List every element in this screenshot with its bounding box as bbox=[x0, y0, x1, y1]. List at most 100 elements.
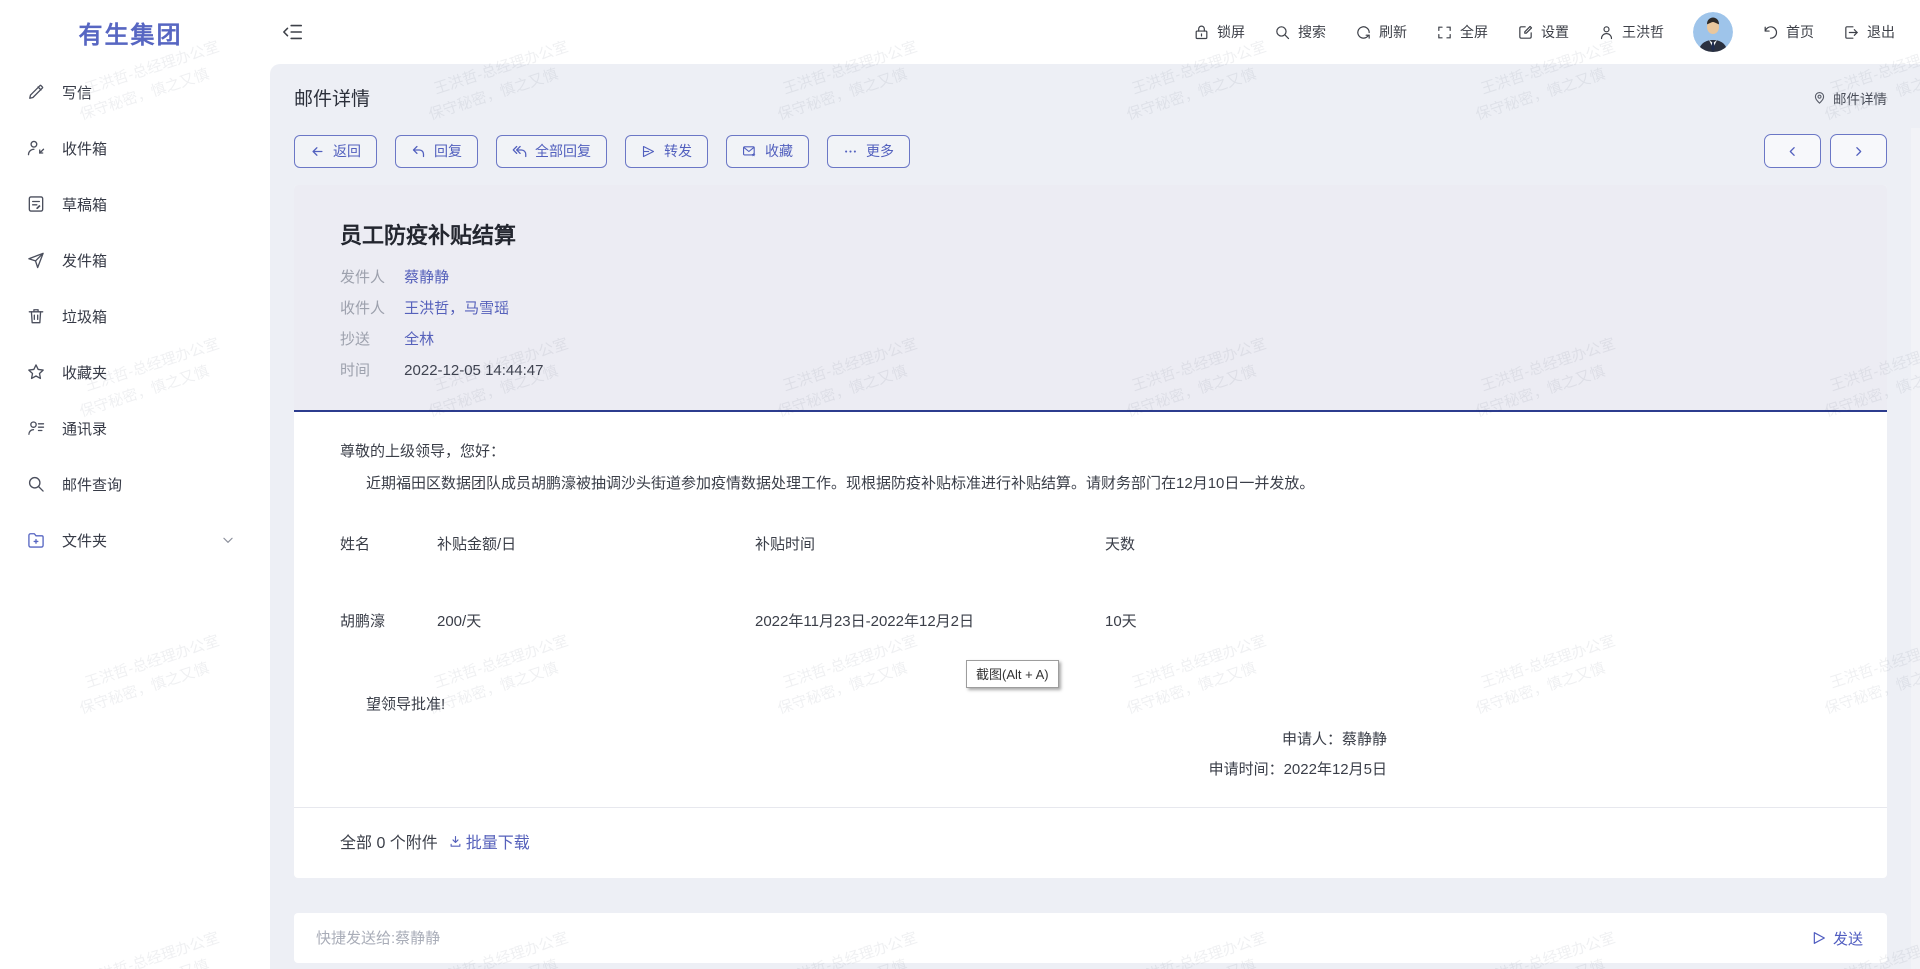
forward-icon bbox=[641, 144, 656, 159]
quick-send-input[interactable] bbox=[316, 930, 1811, 947]
attachments-summary: 全部 0 个附件 bbox=[340, 829, 438, 853]
sidebar-item-label: 写信 bbox=[62, 82, 92, 103]
refresh-icon bbox=[1355, 24, 1372, 41]
breadcrumb: 邮件详情 bbox=[1812, 88, 1887, 108]
folder-add-icon bbox=[26, 530, 46, 550]
mail-subject: 员工防疫补贴结算 bbox=[340, 218, 1841, 250]
reply-all-icon bbox=[512, 144, 527, 159]
sidebar: 有生集团 写信 收件箱 草稿箱 发件箱 垃圾箱 bbox=[0, 0, 261, 969]
search-button[interactable]: 搜索 bbox=[1274, 22, 1326, 42]
inbox-icon bbox=[26, 138, 46, 158]
sidebar-item-label: 收件箱 bbox=[62, 138, 107, 159]
download-icon bbox=[448, 834, 463, 849]
sidebar-item-folders[interactable]: 文件夹 bbox=[0, 512, 261, 568]
sidebar-item-favorites[interactable]: 收藏夹 bbox=[0, 344, 261, 400]
page-title: 邮件详情 bbox=[294, 84, 370, 111]
app-root: 有生集团 写信 收件箱 草稿箱 发件箱 垃圾箱 bbox=[0, 0, 1920, 969]
send-button[interactable]: 发送 bbox=[1811, 928, 1863, 949]
batch-download-link[interactable]: 批量下载 bbox=[448, 829, 530, 853]
send-icon bbox=[1811, 930, 1827, 946]
sidebar-item-mail-search[interactable]: 邮件查询 bbox=[0, 456, 261, 512]
app-logo: 有生集团 bbox=[0, 0, 261, 64]
lock-screen-button[interactable]: 锁屏 bbox=[1193, 22, 1245, 42]
prev-mail-button[interactable] bbox=[1764, 134, 1821, 168]
menu-fold-icon[interactable] bbox=[282, 21, 304, 43]
screenshot-tooltip: 截图(Alt + A) bbox=[966, 660, 1059, 688]
location-pin-icon bbox=[1812, 90, 1827, 105]
search-icon bbox=[1274, 24, 1291, 41]
toolbar-buttons: 返回 回复 全部回复 转发 bbox=[294, 135, 910, 168]
sender-link[interactable]: 蔡静静 bbox=[404, 269, 449, 286]
logout-icon bbox=[1843, 24, 1860, 41]
subsidy-table: 姓名 补贴金额/日 补贴时间 天数 胡鹏濠 200/天 2022年11月23日-… bbox=[340, 534, 1841, 632]
home-button[interactable]: 首页 bbox=[1762, 22, 1814, 42]
sidebar-item-contacts[interactable]: 通讯录 bbox=[0, 400, 261, 456]
next-mail-button[interactable] bbox=[1830, 134, 1887, 168]
avatar[interactable] bbox=[1693, 12, 1733, 52]
vertical-scrollbar[interactable] bbox=[1911, 128, 1920, 969]
mail-meta-sender: 发件人 蔡静静 bbox=[340, 262, 1841, 293]
more-button[interactable]: 更多 bbox=[827, 135, 910, 168]
trash-icon bbox=[26, 306, 46, 326]
sidebar-item-label: 草稿箱 bbox=[62, 194, 107, 215]
mail-star-icon bbox=[742, 144, 757, 159]
cc-link[interactable]: 全林 bbox=[404, 331, 434, 348]
reply-button[interactable]: 回复 bbox=[395, 135, 478, 168]
table-header-row: 姓名 补贴金额/日 补贴时间 天数 bbox=[340, 534, 1841, 555]
sidebar-nav: 写信 收件箱 草稿箱 发件箱 垃圾箱 收藏夹 bbox=[0, 64, 261, 568]
mail-closing: 望领导批准! bbox=[340, 694, 1841, 715]
mail-body: 尊敬的上级领导，您好： 近期福田区数据团队成员胡鹏濠被抽调沙头街道参加疫情数据处… bbox=[294, 412, 1887, 807]
lock-icon bbox=[1193, 24, 1210, 41]
contacts-icon bbox=[26, 418, 46, 438]
table-row: 胡鹏濠 200/天 2022年11月23日-2022年12月2日 10天 bbox=[340, 611, 1841, 632]
attachments-bar: 全部 0 个附件 批量下载 bbox=[294, 807, 1887, 878]
sent-icon bbox=[26, 250, 46, 270]
recipients-link[interactable]: 王洪哲，马雪瑶 bbox=[404, 300, 509, 317]
refresh-button[interactable]: 刷新 bbox=[1355, 22, 1407, 42]
mail-pagination bbox=[1764, 134, 1887, 168]
main-column: 锁屏 搜索 刷新 全屏 设置 bbox=[261, 0, 1920, 969]
top-header: 锁屏 搜索 刷新 全屏 设置 bbox=[261, 0, 1920, 64]
back-button[interactable]: 返回 bbox=[294, 135, 377, 168]
mail-meta-recipients: 收件人 王洪哲，马雪瑶 bbox=[340, 293, 1841, 324]
sidebar-item-inbox[interactable]: 收件箱 bbox=[0, 120, 261, 176]
sidebar-item-label: 邮件查询 bbox=[62, 474, 122, 495]
settings-button[interactable]: 设置 bbox=[1517, 22, 1569, 42]
quick-send-bar: 发送 bbox=[294, 913, 1887, 963]
chevron-down-icon bbox=[221, 533, 235, 547]
mail-toolbar: 返回 回复 全部回复 转发 bbox=[294, 134, 1887, 168]
star-icon bbox=[26, 362, 46, 382]
sidebar-item-label: 垃圾箱 bbox=[62, 306, 107, 327]
mail-paragraph: 近期福田区数据团队成员胡鹏濠被抽调沙头街道参加疫情数据处理工作。现根据防疫补贴标… bbox=[340, 473, 1841, 494]
home-undo-icon bbox=[1762, 24, 1779, 41]
fullscreen-button[interactable]: 全屏 bbox=[1436, 22, 1488, 42]
compose-icon bbox=[26, 82, 46, 102]
drafts-icon bbox=[26, 194, 46, 214]
applicant-name: 申请人：蔡静静 bbox=[340, 725, 1387, 755]
current-user[interactable]: 王洪哲 bbox=[1598, 22, 1664, 42]
user-icon bbox=[1598, 24, 1615, 41]
chevron-left-icon bbox=[1786, 145, 1799, 158]
ellipsis-icon bbox=[843, 144, 858, 159]
reply-icon bbox=[411, 144, 426, 159]
sidebar-item-label: 文件夹 bbox=[62, 530, 107, 551]
favorite-button[interactable]: 收藏 bbox=[726, 135, 809, 168]
header-actions: 锁屏 搜索 刷新 全屏 设置 bbox=[1193, 12, 1895, 52]
applicant-block: 申请人：蔡静静 申请时间：2022年12月5日 bbox=[340, 725, 1841, 785]
search-icon bbox=[26, 474, 46, 494]
sidebar-item-label: 收藏夹 bbox=[62, 362, 107, 383]
chevron-right-icon bbox=[1852, 145, 1865, 158]
sidebar-item-compose[interactable]: 写信 bbox=[0, 64, 261, 120]
forward-button[interactable]: 转发 bbox=[625, 135, 708, 168]
mail-time: 2022-12-05 14:44:47 bbox=[404, 362, 543, 379]
applicant-date: 申请时间：2022年12月5日 bbox=[340, 755, 1387, 785]
mail-meta-time: 时间 2022-12-05 14:44:47 bbox=[340, 355, 1841, 386]
panel-head: 邮件详情 邮件详情 bbox=[294, 84, 1887, 111]
sidebar-item-sent[interactable]: 发件箱 bbox=[0, 232, 261, 288]
logout-button[interactable]: 退出 bbox=[1843, 22, 1895, 42]
reply-all-button[interactable]: 全部回复 bbox=[496, 135, 607, 168]
fullscreen-icon bbox=[1436, 24, 1453, 41]
sidebar-item-trash[interactable]: 垃圾箱 bbox=[0, 288, 261, 344]
sidebar-item-label: 通讯录 bbox=[62, 418, 107, 439]
sidebar-item-drafts[interactable]: 草稿箱 bbox=[0, 176, 261, 232]
